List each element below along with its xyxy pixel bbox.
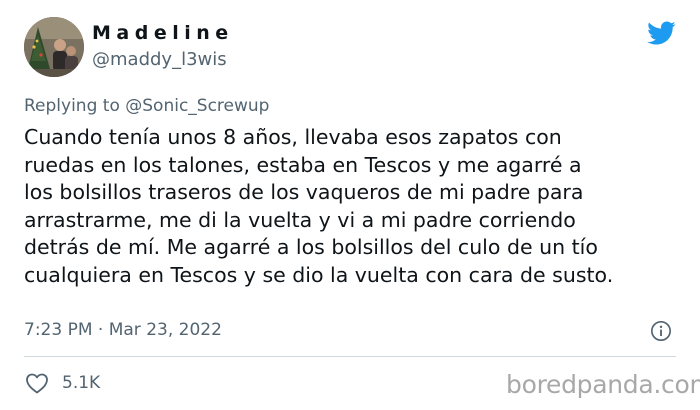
avatar[interactable] [24, 17, 84, 77]
tweet-text-line: cualquiera en Tescos y se dio la vuelta … [24, 262, 614, 287]
divider [24, 356, 676, 357]
twitter-bird-icon[interactable] [645, 18, 677, 48]
heart-icon[interactable] [25, 372, 49, 394]
tweet-text-line: arrastrarme, me di la vuelta y vi a mi p… [24, 207, 576, 232]
tweet-text-line: ruedas en los talones, estaba en Tescos … [24, 152, 582, 177]
tweet-text: Cuando tenía unos 8 años, llevaba esos z… [24, 124, 684, 289]
tweet-text-line: Cuando tenía unos 8 años, llevaba esos z… [24, 125, 562, 149]
tweet-text-line: los bolsillos traseros de los vaqueros d… [24, 180, 584, 204]
avatar-photo [24, 17, 84, 77]
author-handle[interactable]: @maddy_l3wis [92, 49, 227, 70]
info-icon[interactable] [650, 320, 672, 342]
replying-to-label: Replying to [24, 96, 120, 116]
reply-target-link[interactable]: @Sonic_Screwup [125, 96, 269, 116]
boredpanda-watermark: boredpanda.com [506, 370, 700, 399]
like-count: 5.1K [62, 373, 101, 393]
tweet-card: Madeline @maddy_l3wis Replying to @Sonic… [0, 0, 700, 410]
tweet-text-line: detrás de mí. Me agarré a los bolsillos … [24, 235, 598, 259]
tweet-timestamp[interactable]: 7:23 PM · Mar 23, 2022 [24, 320, 222, 340]
author-display-name[interactable]: Madeline [92, 22, 234, 44]
replying-to: Replying to @Sonic_Screwup [24, 96, 269, 116]
